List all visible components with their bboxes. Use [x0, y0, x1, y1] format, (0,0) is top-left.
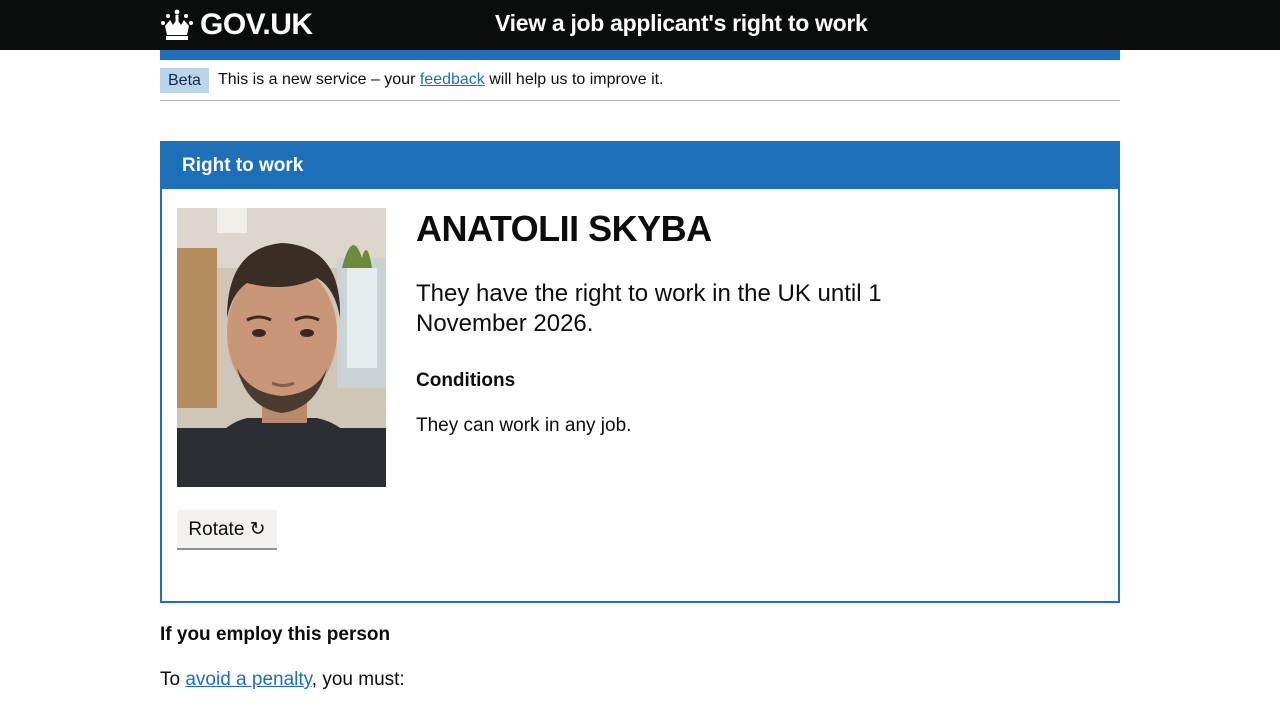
phase-text-after: will help us to improve it.: [489, 71, 664, 88]
employ-heading: If you employ this person: [160, 624, 391, 645]
logo-text: GOV.UK: [200, 8, 313, 41]
avoid-penalty-link[interactable]: avoid a penalty: [185, 669, 311, 690]
right-to-work-card: Right to work Rotate ↻ ANATOLII SKYBA Th…: [160, 141, 1120, 603]
applicant-name: ANATOLII SKYBA: [416, 208, 712, 249]
phase-banner-text: This is a new service – your feedback wi…: [218, 70, 664, 90]
conditions-heading: Conditions: [416, 370, 516, 391]
penalty-text-to: To: [160, 669, 181, 690]
penalty-paragraph: To avoid a penalty, you must:: [160, 669, 405, 691]
phase-text-before: This is a new service – your: [218, 71, 416, 88]
feedback-link[interactable]: feedback: [420, 71, 485, 88]
header-blue-bar: [160, 50, 1120, 60]
govuk-header: GOV.UK View a job applicant's right to w…: [0, 0, 1280, 50]
card-title: Right to work: [182, 155, 304, 176]
phase-banner: Beta This is a new service – your feedba…: [160, 60, 1120, 101]
service-name[interactable]: View a job applicant's right to work: [495, 10, 868, 37]
beta-tag: Beta: [160, 68, 209, 93]
penalty-text-must: , you must:: [311, 669, 405, 690]
govuk-logo-link[interactable]: GOV.UK: [160, 6, 313, 44]
right-to-work-statement: They have the right to work in the UK un…: [416, 280, 882, 337]
crown-icon: [161, 9, 193, 40]
applicant-photo-image: [177, 208, 386, 487]
card-header: Right to work: [162, 143, 1118, 189]
rotate-button[interactable]: Rotate ↻: [177, 510, 277, 550]
conditions-text: They can work in any job.: [416, 415, 632, 436]
applicant-photo: [177, 208, 386, 487]
